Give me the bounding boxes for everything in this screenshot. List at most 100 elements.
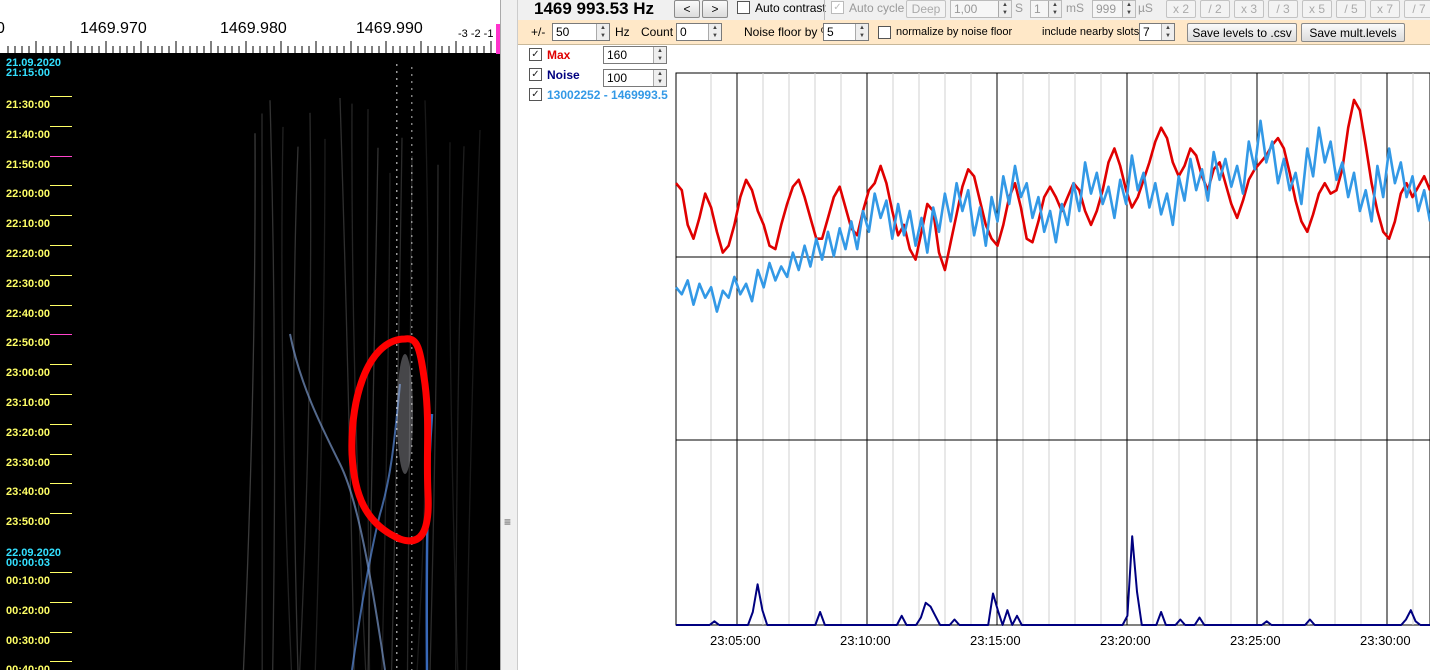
carrier-dot [411, 578, 413, 580]
carrier-dot [411, 410, 413, 412]
carrier-dot [396, 120, 398, 122]
carrier-dot [411, 529, 413, 531]
carrier-dot [396, 92, 398, 94]
carrier-dot [396, 407, 398, 409]
carrier-dot [396, 610, 398, 612]
deep-spinner[interactable]: 1,00 ▲ ▼ [950, 0, 1012, 18]
time-label: 23:40:00 [6, 486, 51, 499]
time-tick [50, 572, 72, 573]
levels-chart[interactable]: 23:05:00 23:10:00 23:15:00 23:20:00 23:25:00… [518, 45, 1430, 670]
x-tick-label: 23:30:00 [1360, 633, 1411, 648]
carrier-dot [396, 176, 398, 178]
waterfall-panel[interactable]: 0 1469.970 1469.980 1469.990 -3 -2 -1 21… [0, 0, 500, 670]
carrier-dot [411, 312, 413, 314]
carrier-dot [411, 130, 413, 132]
zoom-button[interactable]: / 7 [1404, 0, 1430, 18]
time-tick [50, 245, 72, 246]
carrier-dot [396, 554, 398, 556]
carrier-dot [396, 295, 398, 297]
carrier-dot [411, 571, 413, 573]
time-tick [50, 215, 72, 217]
save-mult-levels-button[interactable]: Save mult.levels [1301, 23, 1405, 42]
time-label: 22:10:00 [6, 218, 51, 231]
carrier-dot [396, 386, 398, 388]
zoom-button[interactable]: / 2 [1200, 0, 1230, 18]
time-label: 00:40:00 [6, 664, 50, 670]
carrier-dot [411, 627, 413, 629]
carrier-dot [411, 298, 413, 300]
ms-spinner[interactable]: 1 ▲ ▼ [1030, 0, 1062, 18]
carrier-dot [411, 277, 413, 279]
carrier-dot [411, 151, 413, 153]
noise-floor-spinner[interactable]: 5 ▲ ▼ [823, 23, 869, 41]
auto-cycle-checkbox[interactable]: ✓ [831, 1, 844, 14]
plus-minus-spinner[interactable]: 50 ▲ ▼ [552, 23, 610, 41]
zoom-button[interactable]: x 3 [1234, 0, 1264, 18]
date-stamp: 22.09.2020 00:00:03 [6, 548, 61, 569]
carrier-dot [411, 494, 413, 496]
carrier-dot [396, 148, 398, 150]
time-tick [50, 513, 72, 515]
x-tick-label: 23:20:00 [1100, 633, 1151, 648]
waterfall-streak [381, 172, 391, 670]
carrier-dot [411, 179, 413, 181]
carrier-dot [411, 158, 413, 160]
carrier-dot [396, 316, 398, 318]
carrier-dot [396, 78, 398, 80]
carrier-dot [411, 641, 413, 643]
carrier-dot [396, 512, 398, 514]
carrier-dot [396, 260, 398, 262]
carrier-dot [396, 547, 398, 549]
carrier-dot [411, 466, 413, 468]
nearby-slots-spinner[interactable]: 7 ▲ ▼ [1139, 23, 1175, 41]
carrier-dot [411, 123, 413, 125]
us-spinner[interactable]: 999 ▲ ▼ [1092, 0, 1136, 18]
carrier-dot [396, 435, 398, 437]
zoom-button[interactable]: x 5 [1302, 0, 1332, 18]
waterfall-canvas[interactable] [0, 54, 500, 670]
carrier-dot [411, 305, 413, 307]
zoom-button[interactable]: x 2 [1166, 0, 1196, 18]
time-label: 23:30:00 [6, 456, 51, 469]
normalize-checkbox[interactable] [878, 26, 891, 39]
panel-splitter[interactable]: ≡ [500, 0, 518, 670]
carrier-dot [396, 127, 398, 129]
carrier-dot [411, 585, 413, 587]
carrier-dot [396, 638, 398, 640]
frequency-ruler[interactable]: 0 1469.970 1469.980 1469.990 -3 -2 -1 [0, 0, 500, 54]
carrier-dot [411, 291, 413, 293]
save-csv-button[interactable]: Save levels to .csv [1187, 23, 1297, 42]
carrier-dot [411, 228, 413, 230]
time-label: 23:20:00 [6, 426, 51, 439]
carrier-dot [396, 372, 398, 374]
carrier-dot [396, 652, 398, 654]
time-tick [50, 96, 72, 97]
waterfall-streak [281, 126, 293, 670]
zoom-button[interactable]: / 3 [1268, 0, 1298, 18]
carrier-dot [411, 634, 413, 636]
carrier-dot [396, 379, 398, 381]
ruler-ticks [7, 41, 492, 53]
carrier-dot [396, 505, 398, 507]
time-label: 22:50:00 [6, 337, 51, 350]
auto-contrast-label: Auto contrast [755, 1, 826, 15]
carrier-dot [396, 162, 398, 164]
auto-contrast-checkbox[interactable] [737, 1, 750, 14]
carrier-dot [396, 211, 398, 213]
count-spinner[interactable]: 0 ▲ ▼ [676, 23, 722, 41]
carrier-dot [411, 186, 413, 188]
carrier-dot [411, 424, 413, 426]
prev-button[interactable]: < [674, 0, 700, 18]
time-label: 21:30:00 [6, 99, 51, 111]
deep-button[interactable]: Deep [906, 0, 946, 18]
zoom-button[interactable]: x 7 [1370, 0, 1400, 18]
time-tick [50, 483, 72, 485]
carrier-dot [411, 592, 413, 594]
zoom-button[interactable]: / 5 [1336, 0, 1366, 18]
carrier-dot [411, 137, 413, 139]
carrier-dot [411, 431, 413, 433]
carrier-dot [396, 99, 398, 101]
carrier-dot [396, 169, 398, 171]
next-button[interactable]: > [702, 0, 728, 18]
carrier-dot [396, 246, 398, 248]
